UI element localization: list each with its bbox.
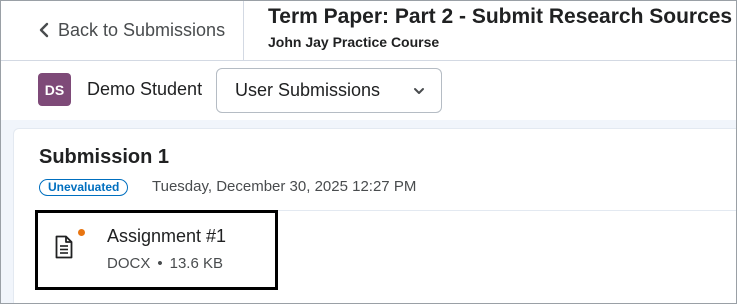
file-name-link[interactable]: Assignment #1 [107,226,226,247]
page-frame: Back to Submissions Term Paper: Part 2 -… [0,0,737,304]
view-select-value: User Submissions [235,80,381,100]
document-icon [55,235,73,259]
view-select-dropdown[interactable]: User Submissions [216,68,442,113]
submitted-file-item[interactable]: Assignment #1 DOCX • 13.6 KB [35,210,278,290]
chevron-down-icon [414,88,424,94]
back-link-label: Back to Submissions [58,20,226,40]
page-title: Term Paper: Part 2 - Submit Research Sou… [268,5,733,28]
avatar: DS [38,73,71,106]
submission-date: Tuesday, December 30, 2025 12:27 PM [152,178,417,195]
submission-heading: Submission 1 [39,146,170,168]
chevron-left-icon [39,22,49,38]
file-meta: DOCX • 13.6 KB [107,255,223,272]
course-name: John Jay Practice Course [268,34,440,50]
page-header: Back to Submissions Term Paper: Part 2 -… [1,1,736,61]
back-to-submissions-link[interactable]: Back to Submissions [2,1,244,60]
meta-separator: • [157,255,163,272]
unread-indicator-dot [78,229,85,236]
file-size: 13.6 KB [169,255,223,272]
student-name: Demo Student [87,79,203,99]
student-bar: DS Demo Student User Submissions [1,62,736,120]
status-badge: Unevaluated [39,179,129,196]
file-type: DOCX [107,255,151,272]
